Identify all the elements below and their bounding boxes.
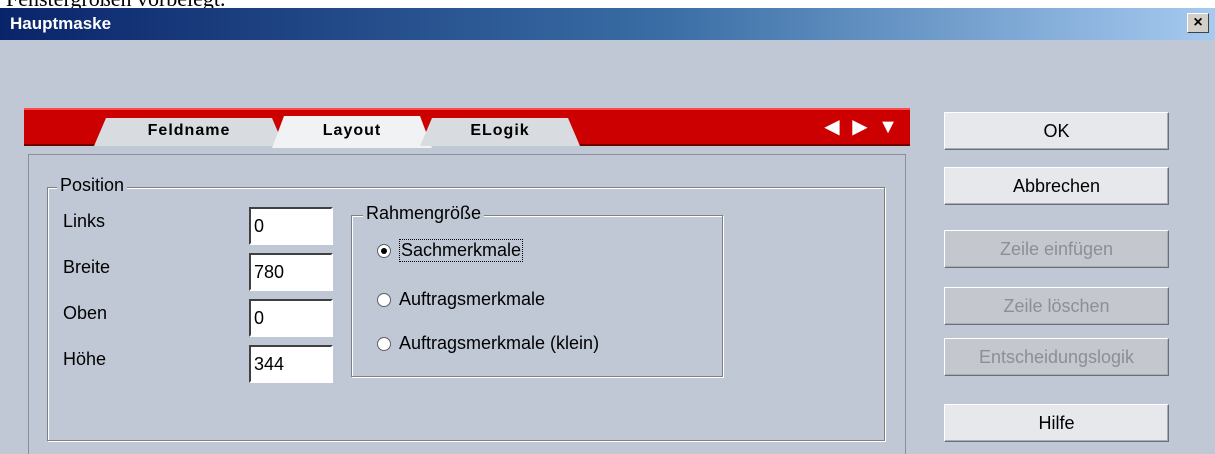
breite-field[interactable] [249,253,333,291]
links-field[interactable] [249,207,333,245]
radio-circle [377,336,391,351]
tab-bar: Feldname Layout ELogik ◀ ▶ ▼ [24,108,910,146]
radio-label: Auftragsmerkmale [399,289,546,309]
label-oben: Oben [63,303,108,323]
entscheidungslogik-button[interactable]: Entscheidungslogik [944,338,1169,376]
radio-circle [377,292,391,307]
label-breite: Breite [63,257,111,277]
hoehe-field[interactable] [249,345,333,383]
abbrechen-button[interactable]: Abbrechen [944,167,1169,205]
tab-label: ELogik [470,122,530,139]
hilfe-button[interactable]: Hilfe [944,404,1169,442]
radio-label: Sachmerkmale [399,239,524,262]
zeile-loeschen-button[interactable]: Zeile löschen [944,287,1169,325]
zeile-einfuegen-button[interactable]: Zeile einfügen [944,230,1169,268]
tab-label: Layout [322,122,382,139]
radio-label: Auftragsmerkmale (klein) [399,333,600,353]
tab-navigation: ◀ ▶ ▼ [820,116,900,138]
arrow-right-icon[interactable]: ▶ [848,116,872,138]
oben-field[interactable] [249,299,333,337]
ok-button[interactable]: OK [944,112,1169,150]
tab-feldname[interactable]: Feldname [94,118,284,146]
arrow-down-icon[interactable]: ▼ [876,116,900,138]
close-button[interactable]: × [1187,13,1209,33]
tab-content-panel: Position Links Breite Oben Höhe Rahmengr… [28,154,906,454]
radio-auftragsmerkmale[interactable]: Auftragsmerkmale [377,289,545,310]
radio-sachmerkmale[interactable]: Sachmerkmale [377,239,524,262]
radio-auftragsmerkmale-klein[interactable]: Auftragsmerkmale (klein) [377,333,599,354]
tab-label: Feldname [147,122,231,139]
tab-elogik[interactable]: ELogik [420,118,580,146]
position-group-label: Position [57,175,128,196]
label-hoehe: Höhe [63,349,107,369]
window-title: Hauptmaske [10,14,112,33]
tab-layout[interactable]: Layout [272,116,432,148]
title-bar[interactable]: Hauptmaske × [0,8,1215,40]
main-dialog-window: Hauptmaske × Feldname Layout ELogik ◀ ▶ … [0,8,1215,454]
radio-circle [377,243,391,258]
close-icon: × [1193,14,1203,31]
rahmengroesse-group-label: Rahmengröße [363,203,485,224]
arrow-left-icon[interactable]: ◀ [820,116,844,138]
label-links: Links [63,211,106,231]
